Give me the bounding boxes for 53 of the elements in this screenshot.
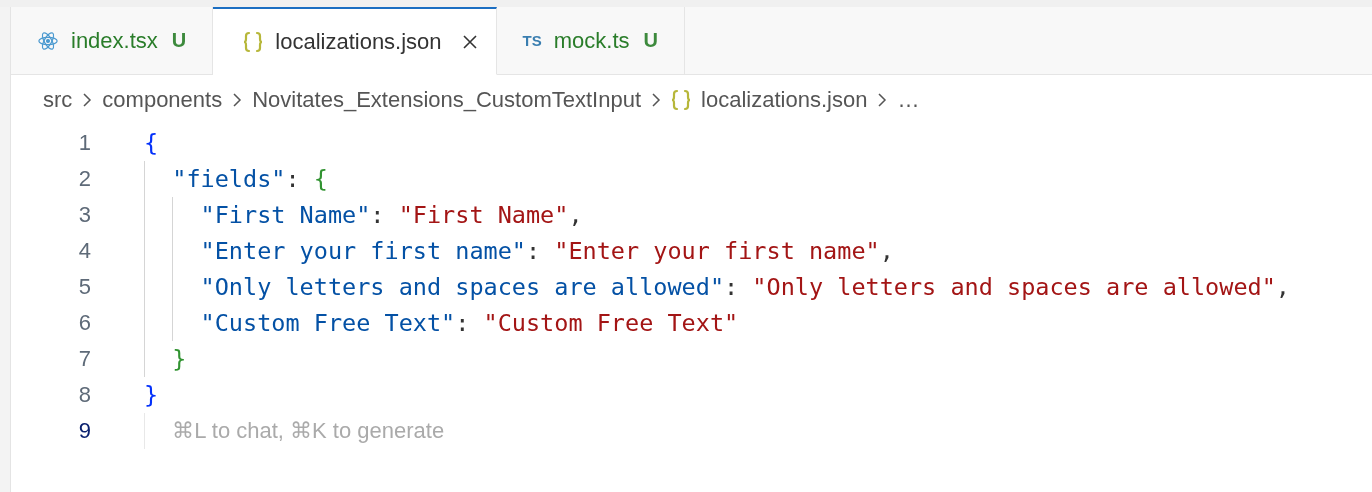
code-token: "Custom Free Text"	[200, 309, 456, 337]
code-token: "fields"	[172, 165, 286, 193]
inline-hint: ⌘L to chat, ⌘K to generate	[172, 418, 445, 444]
code-token: "Enter your first name"	[554, 237, 880, 265]
chevron-icon	[877, 92, 888, 108]
code-token: "First Name"	[200, 201, 371, 229]
tab-label: index.tsx	[71, 27, 158, 54]
line-number: 9	[77, 418, 92, 444]
breadcrumb-item[interactable]: localizations.json	[701, 87, 868, 113]
code-token: }	[172, 345, 187, 373]
editor-tab[interactable]: index.tsx U	[11, 7, 214, 75]
line-number: 5	[77, 274, 92, 300]
chevron-icon	[82, 92, 93, 108]
code-token: :	[285, 165, 301, 193]
code-token: {	[144, 129, 159, 157]
tab-label: localizations.json	[275, 28, 442, 55]
code-token: {	[313, 165, 328, 193]
line-number: 3	[77, 202, 92, 228]
code-token: :	[724, 273, 740, 301]
chevron-icon	[651, 92, 662, 108]
line-number: 2	[77, 166, 92, 192]
editor-tab[interactable]: TS mock.ts U	[496, 7, 685, 75]
close-icon[interactable]	[461, 33, 478, 50]
line-number: 1	[77, 130, 92, 156]
ts-icon: TS	[522, 32, 542, 49]
code-token: ,	[879, 237, 894, 265]
braces-icon	[243, 30, 264, 53]
tab-label: mock.ts	[553, 27, 630, 54]
code-token: "Only letters and spaces are allowed"	[752, 273, 1276, 301]
code-token: "Enter your first name"	[200, 237, 526, 265]
code-token: ,	[1275, 273, 1290, 301]
code-token: :	[455, 309, 471, 337]
code-token: "First Name"	[398, 201, 569, 229]
atom-icon	[37, 29, 59, 52]
code-token: :	[526, 237, 542, 265]
breadcrumb-item[interactable]: …	[897, 87, 920, 113]
code-token: "Only letters and spaces are allowed"	[200, 273, 725, 301]
breadcrumb-item[interactable]: Novitates_Extensions_CustomTextInput	[252, 87, 642, 113]
line-number: 7	[77, 346, 92, 372]
code-token: :	[370, 201, 386, 229]
line-number: 6	[77, 310, 92, 336]
editor-tab[interactable]: localizations.json	[213, 7, 497, 75]
braces-icon	[671, 89, 692, 111]
line-number: 4	[77, 238, 92, 264]
code-token: "Custom Free Text"	[483, 309, 739, 337]
breadcrumb-item[interactable]: components	[102, 87, 223, 113]
git-status: U	[643, 29, 658, 52]
code-token: }	[144, 381, 159, 409]
git-status: U	[171, 29, 187, 52]
line-number: 8	[77, 382, 92, 408]
chevron-icon	[232, 92, 243, 108]
code-token: ,	[568, 201, 583, 229]
breadcrumb-item[interactable]: src	[43, 87, 73, 113]
